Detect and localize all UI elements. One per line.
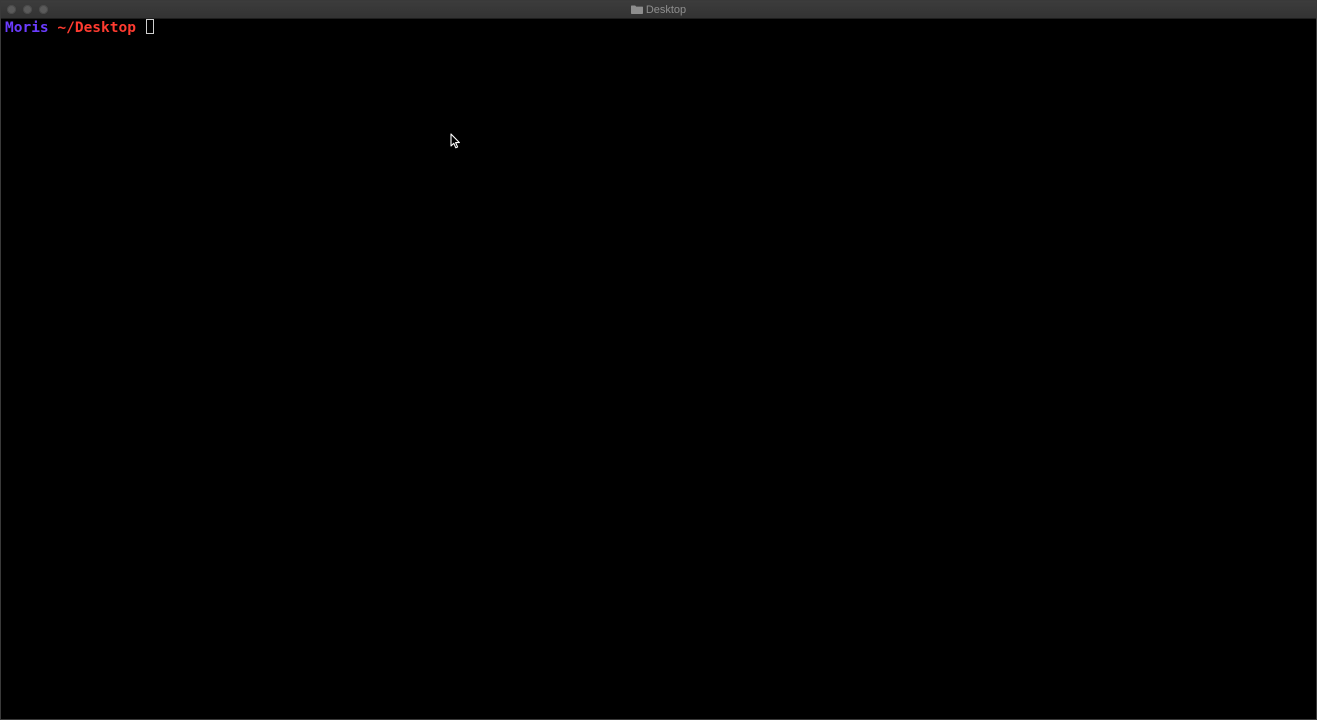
terminal-window: Desktop Moris ~/Desktop xyxy=(0,0,1317,720)
terminal-content[interactable]: Moris ~/Desktop xyxy=(1,19,1316,719)
arrow-pointer-icon xyxy=(450,133,460,149)
title-bar[interactable]: Desktop xyxy=(1,1,1316,19)
prompt-gap xyxy=(136,20,145,36)
folder-icon xyxy=(630,5,643,14)
prompt-cwd: ~/Desktop xyxy=(57,20,136,36)
window-title: Desktop xyxy=(1,1,1316,18)
prompt-user: Moris xyxy=(5,20,49,36)
window-title-text: Desktop xyxy=(645,3,687,16)
prompt-line: Moris ~/Desktop xyxy=(5,19,154,37)
text-cursor xyxy=(145,19,154,34)
